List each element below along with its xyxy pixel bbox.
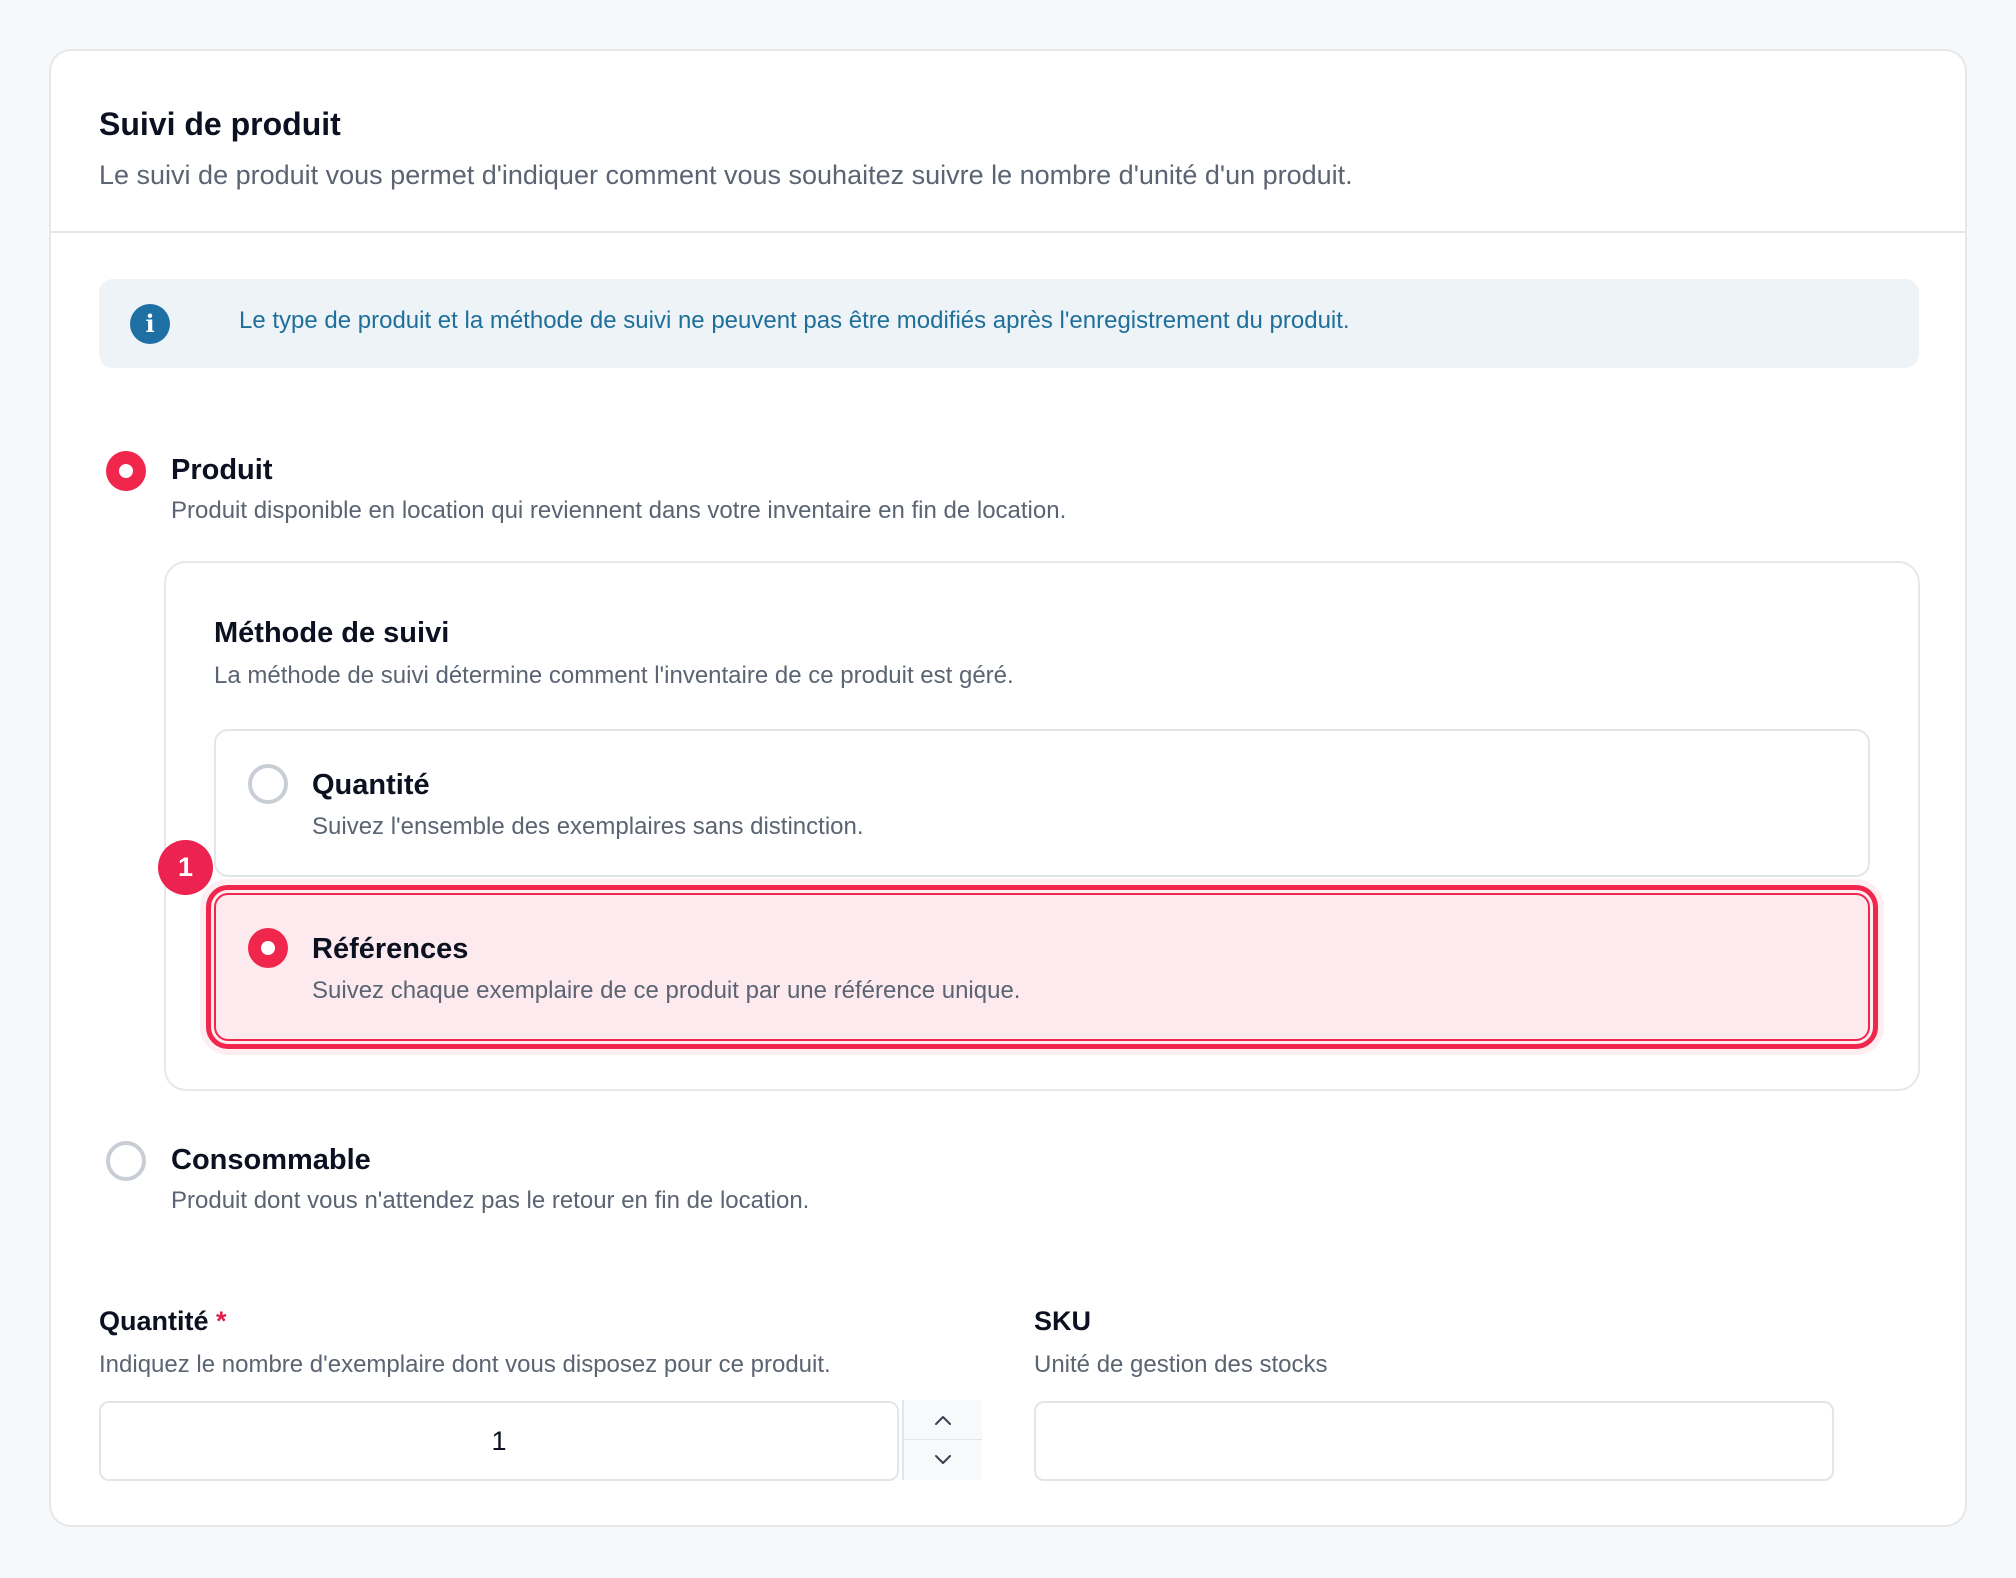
quantity-stepper[interactable] xyxy=(902,1400,982,1480)
step-number-badge: 1 xyxy=(158,840,213,895)
radio-references[interactable] xyxy=(248,928,288,968)
option-description-produit: Produit disponible en location qui revie… xyxy=(171,497,1067,524)
stepper-up-button[interactable] xyxy=(904,1400,982,1440)
radio-quantite[interactable] xyxy=(248,764,288,804)
sku-field-label: SKU xyxy=(1034,1306,1092,1336)
card-title: Suivi de produit xyxy=(99,106,341,142)
tracking-method-title: Méthode de suivi xyxy=(214,617,450,649)
stepper-down-button[interactable] xyxy=(904,1440,982,1479)
required-marker: * xyxy=(216,1306,227,1336)
option-label-consommable[interactable]: Consommable xyxy=(171,1144,371,1177)
radio-produit[interactable] xyxy=(106,451,146,491)
option-description-consommable: Produit dont vous n'attendez pas le reto… xyxy=(171,1187,810,1214)
tracking-option-references[interactable]: Références Suivez chaque exemplaire de c… xyxy=(206,885,1878,1049)
radio-consommable[interactable] xyxy=(106,1141,146,1181)
tracking-option-description-quantite: Suivez l'ensemble des exemplaires sans d… xyxy=(312,813,864,840)
tracking-method-subtitle: La méthode de suivi détermine comment l'… xyxy=(214,662,1014,689)
quantity-field-description: Indiquez le nombre d'exemplaire dont vou… xyxy=(99,1351,831,1378)
quantity-label-text: Quantité xyxy=(99,1306,209,1336)
quantity-input-value: 1 xyxy=(491,1426,507,1456)
chevron-up-icon xyxy=(935,1415,951,1425)
tracking-option-label-references: Références xyxy=(312,933,469,965)
quantity-input[interactable]: 1 xyxy=(99,1401,899,1481)
card-header: Suivi de produit Le suivi de produit vou… xyxy=(51,51,1965,233)
option-label-produit[interactable]: Produit xyxy=(171,454,273,487)
tracking-option-quantite[interactable]: Quantité Suivez l'ensemble des exemplair… xyxy=(214,729,1870,877)
card-subtitle: Le suivi de produit vous permet d'indiqu… xyxy=(99,160,1353,190)
sku-field-description: Unité de gestion des stocks xyxy=(1034,1351,1328,1378)
tracking-method-panel: Méthode de suivi La méthode de suivi dét… xyxy=(164,561,1920,1091)
tracking-option-description-references: Suivez chaque exemplaire de ce produit p… xyxy=(312,977,1021,1004)
tracking-option-label-quantite: Quantité xyxy=(312,769,430,801)
chevron-down-icon xyxy=(935,1454,951,1464)
info-banner: i Le type de produit et la méthode de su… xyxy=(99,279,1919,368)
product-tracking-card: Suivi de produit Le suivi de produit vou… xyxy=(49,49,1967,1527)
info-banner-text: Le type de produit et la méthode de suiv… xyxy=(239,307,1350,334)
sku-input[interactable] xyxy=(1034,1401,1834,1481)
info-icon: i xyxy=(130,304,170,344)
quantity-field-label: Quantité * xyxy=(99,1306,227,1337)
